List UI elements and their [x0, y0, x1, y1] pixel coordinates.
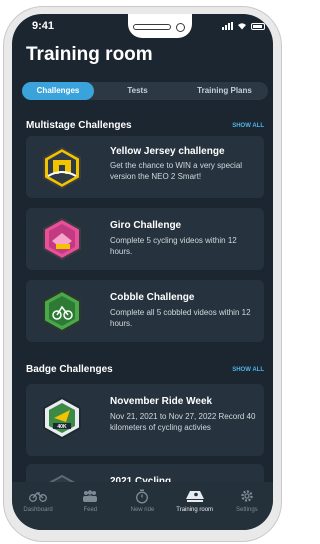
bottom-navigation: Dashboard Feed New ride Training room Se… — [12, 482, 273, 530]
badge-card-november-ride-week[interactable]: 40K November Ride Week Nov 21, 2021 to N… — [26, 384, 264, 456]
wifi-icon — [238, 23, 246, 30]
show-all-link[interactable]: SHOW ALL — [232, 123, 264, 129]
challenge-card-giro[interactable]: Giro Challenge Complete 5 cycling videos… — [26, 208, 264, 270]
section-title: Multistage Challenges — [26, 120, 132, 131]
nav-label: Settings — [236, 507, 258, 513]
badge-challenges-header: Badge Challenges SHOW ALL — [26, 364, 264, 375]
nav-settings[interactable]: Settings — [222, 487, 272, 513]
page-title: Training room — [26, 44, 153, 65]
card-description: Complete all 5 cobbled videos within 12 … — [110, 308, 251, 328]
card-title: Giro Challenge — [110, 220, 182, 231]
nav-label: New ride — [130, 507, 155, 513]
battery-icon — [251, 22, 265, 30]
challenge-card-cobble[interactable]: Cobble Challenge Complete all 5 cobbled … — [26, 280, 264, 342]
multistage-header: Multistage Challenges SHOW ALL — [26, 120, 264, 131]
tab-bar: Challenges Tests Training Plans — [22, 82, 268, 100]
front-camera — [176, 23, 185, 32]
nav-label: Training room — [176, 507, 214, 513]
tab-tests[interactable]: Tests — [94, 82, 181, 100]
tab-challenges[interactable]: Challenges — [22, 82, 94, 100]
card-description: Complete 5 cycling videos within 12 hour… — [110, 236, 237, 256]
gear-icon — [240, 487, 254, 505]
card-title: Cobble Challenge — [110, 292, 195, 303]
signal-icon — [222, 22, 233, 30]
show-all-link[interactable]: SHOW ALL — [232, 367, 264, 373]
nav-new-ride[interactable]: New ride — [117, 487, 167, 513]
giro-pink-badge-icon — [43, 217, 81, 261]
stopwatch-icon — [135, 487, 149, 505]
badge-label: 40K — [57, 424, 67, 430]
card-description: Nov 21, 2021 to Nov 27, 2022 Record 40 k… — [110, 412, 256, 432]
card-title: Yellow Jersey challenge — [110, 146, 225, 157]
people-icon — [81, 487, 99, 505]
section-title: Badge Challenges — [26, 364, 113, 375]
nav-dashboard[interactable]: Dashboard — [13, 487, 63, 513]
nav-feed[interactable]: Feed — [65, 487, 115, 513]
training-room-icon — [184, 487, 206, 505]
challenge-card-yellow-jersey[interactable]: Yellow Jersey challenge Get the chance t… — [26, 136, 264, 198]
status-icons — [222, 22, 265, 30]
speaker-grille — [133, 24, 171, 30]
40k-ride-badge-icon: 40K — [43, 396, 81, 440]
card-description: Get the chance to WIN a very special ver… — [110, 161, 243, 181]
card-title: November Ride Week — [110, 396, 213, 407]
nav-label: Feed — [83, 507, 98, 513]
nav-training-room[interactable]: Training room — [170, 487, 220, 513]
cobble-green-badge-icon — [43, 289, 81, 333]
bike-icon — [29, 487, 48, 505]
nav-label: Dashboard — [23, 507, 53, 513]
status-time: 9:41 — [32, 20, 55, 32]
tab-training-plans[interactable]: Training Plans — [181, 82, 268, 100]
arc-de-triomphe-badge-icon — [43, 146, 81, 190]
